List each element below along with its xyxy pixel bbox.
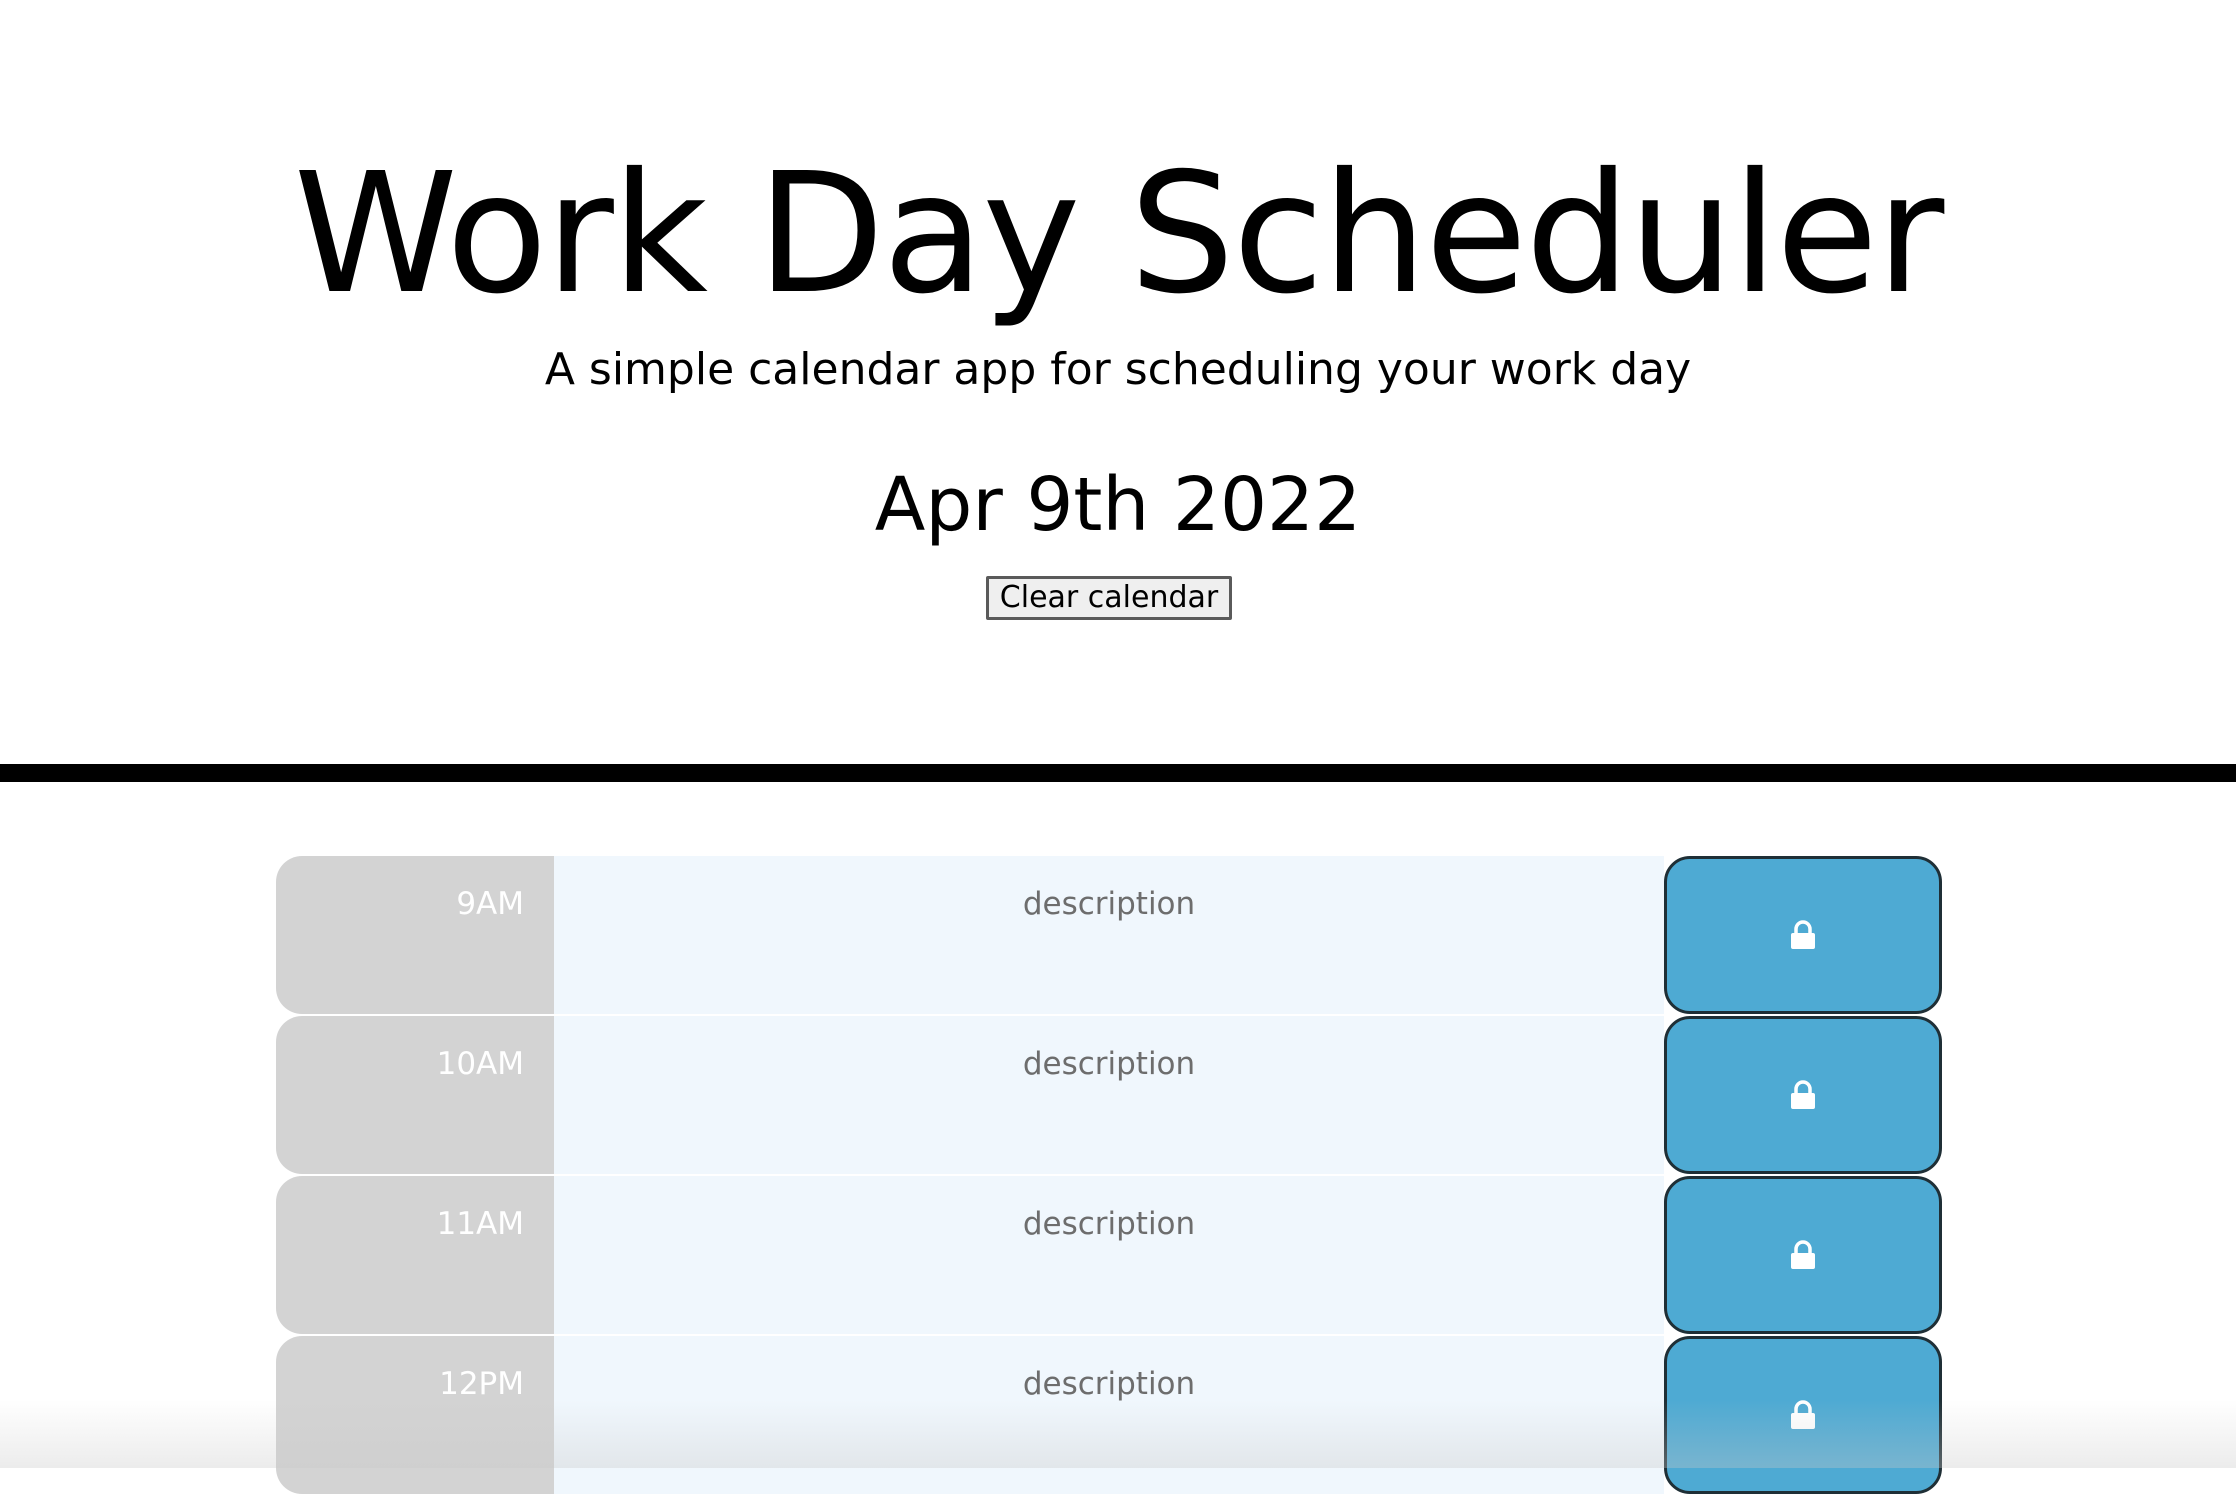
description-input[interactable] <box>554 1176 1664 1334</box>
save-button[interactable] <box>1664 1336 1942 1494</box>
clear-calendar-button[interactable]: Clear calendar <box>986 576 1232 620</box>
hour-label: 9AM <box>276 856 554 1014</box>
page-title: Work Day Scheduler <box>293 138 1945 331</box>
page-subtitle: A simple calendar app for scheduling you… <box>544 344 1692 395</box>
hour-label: 10AM <box>276 1016 554 1174</box>
description-input[interactable] <box>554 856 1664 1014</box>
current-day: Apr 9th 2022 <box>874 462 1362 548</box>
save-button[interactable] <box>1664 856 1942 1014</box>
description-input[interactable] <box>554 1336 1664 1494</box>
save-button[interactable] <box>1664 1176 1942 1334</box>
lock-icon <box>1791 1080 1815 1109</box>
hour-label: 11AM <box>276 1176 554 1334</box>
lock-icon <box>1791 1240 1815 1269</box>
description-input[interactable] <box>554 1016 1664 1174</box>
timeblock-row: 12PM <box>276 1336 1942 1496</box>
timeblock-row: 9AM <box>276 856 1942 1016</box>
hour-label: 12PM <box>276 1336 554 1494</box>
lock-icon <box>1791 920 1815 949</box>
timeblock-row: 11AM <box>276 1176 1942 1336</box>
jumbotron-header: Work Day Scheduler A simple calendar app… <box>0 0 2236 766</box>
save-button[interactable] <box>1664 1016 1942 1174</box>
header-divider <box>0 764 2236 782</box>
timeblock-row: 10AM <box>276 1016 1942 1176</box>
lock-icon <box>1791 1400 1815 1429</box>
timeblock-container: 9AM 10AM 11AM 12PM <box>276 856 1942 1496</box>
